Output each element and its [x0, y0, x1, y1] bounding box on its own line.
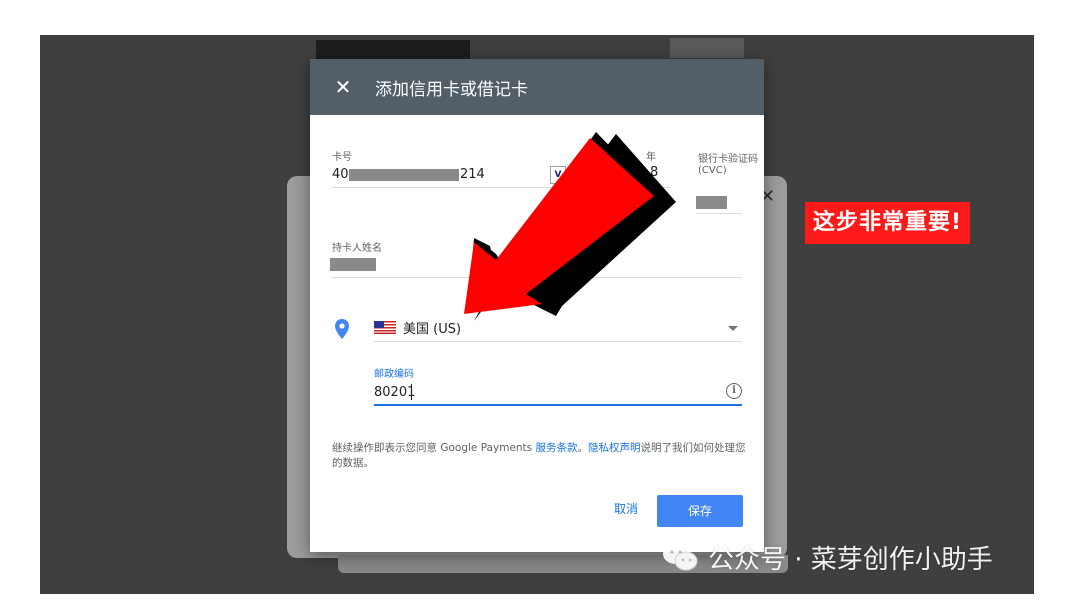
- annotation-arrow-icon: [464, 132, 676, 321]
- watermark-text: 公众号 · 菜芽创作小助手: [708, 544, 993, 575]
- watermark: 公众号 · 菜芽创作小助手: [662, 537, 993, 577]
- annotation-label: 这步非常重要!: [805, 202, 971, 244]
- wechat-icon: [663, 544, 698, 571]
